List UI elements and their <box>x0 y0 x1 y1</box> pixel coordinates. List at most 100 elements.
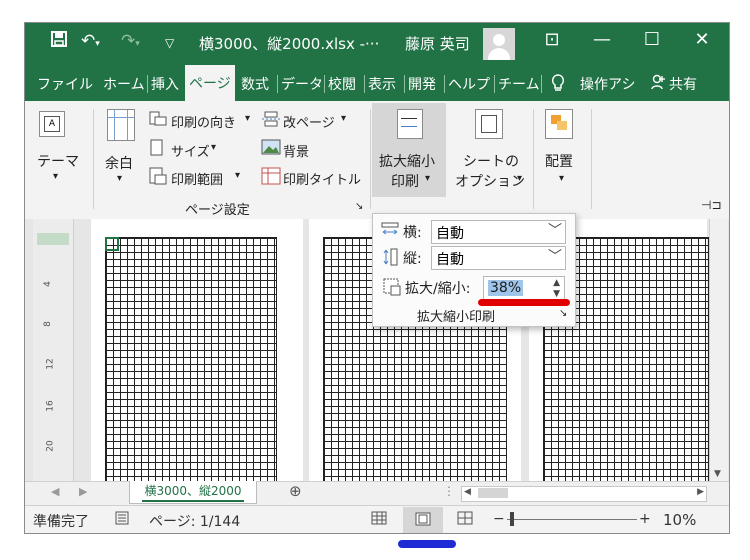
page-setup-launcher-icon[interactable]: ↘ <box>355 201 363 212</box>
scale-to-fit-panel: 横: 自動 ﹀ 縦: 自動 ﹀ 拡大/縮小: 38% ▲ ▼ 拡大縮小印刷 ↘ <box>372 213 576 327</box>
horizontal-scrollbar[interactable]: ◀ ▶ <box>461 486 707 502</box>
print-area-icon[interactable] <box>149 167 167 189</box>
themes-icon[interactable]: A <box>39 111 65 137</box>
print-titles-icon[interactable] <box>261 167 281 189</box>
margins-button[interactable]: 余白 <box>105 153 133 173</box>
height-select[interactable]: 自動 ﹀ <box>431 246 566 270</box>
scroll-down-icon[interactable]: ▼ <box>714 469 721 479</box>
customize-qat-icon[interactable]: ▽ <box>165 36 174 50</box>
save-icon[interactable] <box>51 31 67 52</box>
avatar[interactable] <box>483 28 515 60</box>
sheet-options-button[interactable]: シートの <box>463 151 519 171</box>
scroll-tabs-right-icon[interactable]: ▶ <box>79 485 87 498</box>
arrange-icon[interactable] <box>545 109 573 139</box>
zoom-in-button[interactable]: + <box>639 511 651 527</box>
orientation-icon[interactable] <box>149 111 167 131</box>
size-dropdown-arrow[interactable]: ▾ <box>211 142 216 153</box>
scale-to-fit-dropdown-arrow[interactable]: ▾ <box>425 173 430 184</box>
ribbon-page-layout: A テーマ ▾ 余白 ▾ 印刷の向き ▾ サイズ ▾ 印刷範囲 ▾ 改ページ ▾… <box>25 101 729 220</box>
add-sheet-icon[interactable]: ⊕ <box>289 482 302 500</box>
zoom-out-button[interactable]: − <box>493 511 505 527</box>
size-button[interactable]: サイズ <box>171 141 210 160</box>
zoom-slider[interactable] <box>507 519 637 520</box>
print-area-dropdown-arrow[interactable]: ▾ <box>235 170 240 181</box>
page-break-preview-icon[interactable] <box>457 511 473 529</box>
scroll-left-icon[interactable]: ◀ <box>464 487 471 497</box>
chevron-down-icon[interactable]: ﹀ <box>548 220 562 240</box>
page-layout-view-icon[interactable] <box>415 512 431 530</box>
orientation-dropdown-arrow[interactable]: ▾ <box>245 113 250 124</box>
scroll-right-icon[interactable]: ▶ <box>697 487 704 497</box>
zoom-slider-thumb[interactable] <box>510 512 514 526</box>
scale-to-fit-button[interactable]: 拡大縮小 <box>379 151 435 171</box>
close-button[interactable]: ✕ <box>687 29 717 50</box>
scale-to-fit-launcher-icon[interactable]: ↘ <box>559 308 567 319</box>
breaks-button[interactable]: 改ページ <box>283 112 335 131</box>
vertical-ruler: 4 8 12 16 20 <box>33 219 74 481</box>
active-cell[interactable] <box>105 237 119 251</box>
user-name[interactable]: 藤原 英司 <box>405 33 470 54</box>
sheet-options-icon[interactable] <box>475 109 503 139</box>
tab-help[interactable]: ヘルプ <box>448 74 490 94</box>
maximize-button[interactable]: ☐ <box>637 29 667 50</box>
ribbon-display-options-button[interactable]: ⊡ <box>537 29 567 50</box>
status-bar: 準備完了 ページ: 1/144 − + 10% <box>25 505 729 533</box>
sheet-options-label-2[interactable]: オプション <box>455 171 525 191</box>
scale-value[interactable]: 38% <box>488 280 524 296</box>
redo-icon[interactable]: ↷▾ <box>121 31 140 51</box>
share-button[interactable]: 共有 <box>669 74 697 94</box>
tab-data[interactable]: データ <box>281 74 323 94</box>
print-area-button[interactable]: 印刷範囲 <box>171 169 223 188</box>
window-title: 横3000、縦2000.xlsx -··· <box>199 35 380 53</box>
tab-insert[interactable]: 挿入 <box>151 74 179 94</box>
page-layout-view-button[interactable] <box>403 507 443 533</box>
breaks-icon[interactable] <box>261 111 281 131</box>
normal-view-icon[interactable] <box>371 511 387 529</box>
width-select[interactable]: 自動 ﹀ <box>431 220 566 244</box>
size-icon[interactable] <box>149 139 165 161</box>
cell-grid[interactable] <box>105 237 277 483</box>
tab-developer[interactable]: 開発 <box>408 74 436 94</box>
zoom-level[interactable]: 10% <box>663 511 696 529</box>
tab-review[interactable]: 校閲 <box>328 74 356 94</box>
scale-to-fit-icon[interactable] <box>397 109 423 139</box>
tab-page-layout[interactable]: ページ <box>185 65 235 101</box>
red-annotation-underline <box>478 299 570 306</box>
scroll-thumb[interactable] <box>478 488 508 498</box>
pin-ribbon-icon[interactable]: ⊣⊐ <box>701 198 722 212</box>
width-label: 横: <box>403 225 422 241</box>
macro-record-icon[interactable] <box>115 511 129 529</box>
spin-up-icon[interactable]: ▲ <box>553 278 560 288</box>
spin-down-icon[interactable]: ▼ <box>553 289 560 299</box>
tab-file[interactable]: ファイル <box>37 74 93 94</box>
person-icon[interactable] <box>651 74 665 94</box>
tab-home[interactable]: ホーム <box>103 74 145 94</box>
tab-team[interactable]: チーム <box>498 74 540 94</box>
tell-me-box[interactable]: 操作アシ <box>580 74 635 94</box>
margins-dropdown-arrow[interactable]: ▾ <box>117 173 122 184</box>
background-button[interactable]: 背景 <box>283 141 309 160</box>
sheet-tab[interactable]: 横3000、縦2000 <box>129 481 257 504</box>
breaks-dropdown-arrow[interactable]: ▾ <box>341 113 346 124</box>
scroll-tabs-left-icon[interactable]: ◀ <box>51 485 59 498</box>
tab-splitter-icon[interactable]: ⋮ <box>443 484 455 498</box>
excel-window: ↶▾ ↷▾ ▽ 横3000、縦2000.xlsx -··· 藤原 英司 ⊡ — … <box>24 22 730 534</box>
sheet-options-dropdown-arrow[interactable]: ▾ <box>517 173 522 184</box>
orientation-button[interactable]: 印刷の向き <box>171 112 236 131</box>
print-titles-button[interactable]: 印刷タイトル <box>283 169 361 188</box>
chevron-down-icon[interactable]: ﹀ <box>548 246 562 266</box>
undo-icon[interactable]: ↶▾ <box>81 31 100 51</box>
background-icon[interactable] <box>261 139 281 159</box>
themes-button[interactable]: テーマ <box>37 151 79 171</box>
tab-formulas[interactable]: 数式 <box>241 74 269 94</box>
lightbulb-icon[interactable] <box>551 74 565 96</box>
arrange-button[interactable]: 配置 <box>545 151 573 171</box>
themes-dropdown-arrow[interactable]: ▾ <box>53 171 58 182</box>
tab-view[interactable]: 表示 <box>368 74 396 94</box>
arrange-dropdown-arrow[interactable]: ▾ <box>559 173 564 184</box>
vertical-scrollbar[interactable]: ▼ <box>709 219 728 481</box>
minimize-button[interactable]: — <box>587 29 617 50</box>
ruler-mark: 12 <box>45 358 56 370</box>
margins-icon[interactable] <box>107 109 135 141</box>
scale-to-fit-print-label[interactable]: 印刷 <box>391 171 419 191</box>
